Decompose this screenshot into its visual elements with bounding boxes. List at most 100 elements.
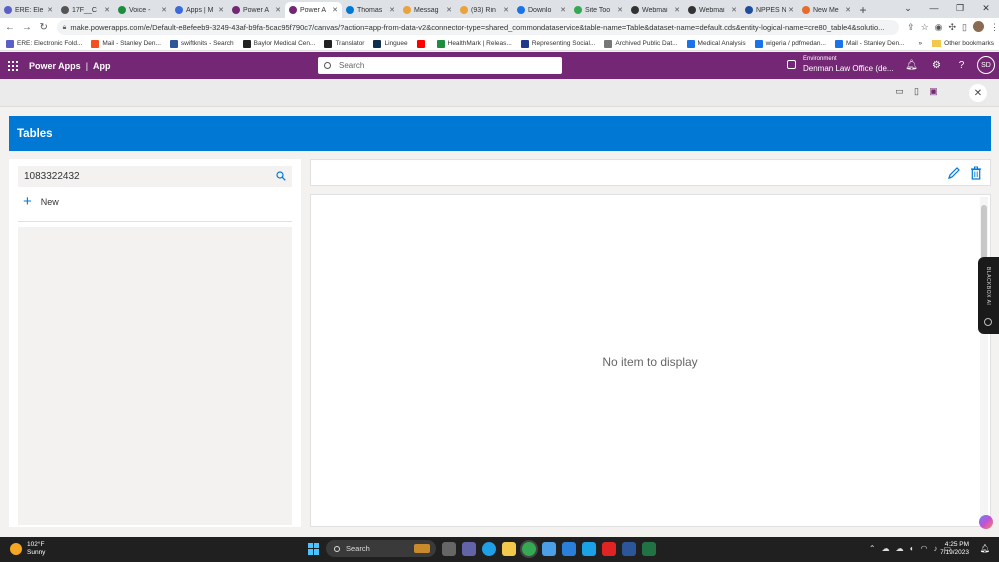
gallery-search-input[interactable]: 1083322432 bbox=[18, 166, 292, 187]
volume-icon[interactable]: ♪ bbox=[933, 544, 937, 553]
tab-close-icon[interactable]: ✕ bbox=[446, 6, 452, 14]
bookmark-item[interactable]: Mail - Stanley Den... bbox=[834, 39, 904, 48]
sidebar-icon[interactable]: ▯ bbox=[962, 22, 967, 33]
menu-icon[interactable]: ⋮ bbox=[990, 22, 999, 33]
tab-close-icon[interactable]: ✕ bbox=[674, 6, 680, 14]
product-name[interactable]: Power Apps bbox=[29, 61, 81, 71]
bookmark-item[interactable]: Archived Public Dat... bbox=[604, 39, 678, 48]
bookmark-item[interactable]: HealthMark | Releas... bbox=[436, 39, 512, 48]
browser-tab[interactable]: Power A ✕ bbox=[228, 2, 285, 18]
weather-widget[interactable]: 102°F Sunny bbox=[10, 541, 45, 557]
help-icon[interactable]: ? bbox=[949, 60, 974, 71]
onedrive-icon[interactable]: ☁ bbox=[882, 544, 890, 553]
mail-icon[interactable] bbox=[562, 541, 576, 556]
maximize-icon[interactable]: ❐ bbox=[947, 0, 973, 18]
tab-close-icon[interactable]: ✕ bbox=[731, 6, 737, 14]
start-icon[interactable] bbox=[308, 542, 320, 555]
extension-icon[interactable]: ◉ bbox=[935, 22, 943, 33]
forward-icon[interactable]: → bbox=[20, 22, 34, 33]
browser-tab[interactable]: Downlo ✕ bbox=[513, 2, 570, 18]
bookmark-item[interactable]: wigeria / pdfmedan... bbox=[754, 39, 826, 48]
blackbox-extension-tab[interactable]: BLACKBOX AI bbox=[978, 257, 999, 334]
browser-tab[interactable]: Apps | M ✕ bbox=[171, 2, 228, 18]
tab-close-icon[interactable]: ✕ bbox=[332, 6, 338, 14]
browser-tab[interactable]: Thomas ✕ bbox=[342, 2, 399, 18]
browser-tab[interactable]: New Me ✕ bbox=[798, 2, 855, 18]
bookmark-item[interactable]: Baylor Medical Cen... bbox=[242, 39, 315, 48]
store-icon[interactable] bbox=[542, 541, 556, 556]
browser-tab[interactable]: Messag ✕ bbox=[399, 2, 456, 18]
taskbar-search[interactable]: Search bbox=[326, 540, 436, 557]
tab-close-icon[interactable]: ✕ bbox=[788, 6, 794, 14]
tab-close-icon[interactable]: ✕ bbox=[161, 6, 167, 14]
tab-close-icon[interactable]: ✕ bbox=[218, 6, 224, 14]
settings-icon[interactable]: ⚙ bbox=[924, 60, 949, 71]
bookmark-item[interactable] bbox=[416, 39, 428, 48]
tab-close-icon[interactable]: ✕ bbox=[389, 6, 395, 14]
close-preview-button[interactable]: ✕ bbox=[969, 84, 987, 102]
bookmark-item[interactable]: Representing Social... bbox=[520, 39, 595, 48]
environment-picker[interactable]: Environment Denman Law Office (de... bbox=[787, 55, 894, 73]
cloud-icon[interactable]: ☁ bbox=[896, 544, 904, 553]
bing-icon[interactable] bbox=[582, 541, 596, 556]
chevron-up-icon[interactable]: ⌃ bbox=[869, 544, 876, 553]
puzzle-icon[interactable]: ✣ bbox=[949, 22, 957, 33]
edge-icon[interactable] bbox=[482, 541, 496, 556]
file-explorer-icon[interactable] bbox=[502, 541, 516, 556]
minimize-icon[interactable]: — bbox=[921, 0, 947, 18]
teams-icon[interactable] bbox=[462, 541, 476, 556]
acrobat-icon[interactable] bbox=[602, 541, 616, 556]
edit-icon[interactable] bbox=[947, 166, 961, 180]
security-icon[interactable]: ◐ bbox=[910, 544, 915, 553]
tab-close-icon[interactable]: ✕ bbox=[47, 6, 53, 14]
tab-close-icon[interactable]: ✕ bbox=[503, 6, 509, 14]
bookmark-item[interactable]: Medical Analysis bbox=[686, 39, 746, 48]
clock[interactable]: 4:25 PM 7/19/2023 bbox=[940, 541, 969, 557]
new-tab-button[interactable]: + bbox=[855, 2, 871, 18]
tab-close-icon[interactable]: ✕ bbox=[617, 6, 623, 14]
search-icon[interactable] bbox=[276, 171, 286, 181]
more-bookmarks-icon[interactable]: » bbox=[919, 40, 923, 47]
close-window-icon[interactable]: ✕ bbox=[973, 0, 999, 18]
tab-close-icon[interactable]: ✕ bbox=[560, 6, 566, 14]
new-record-button[interactable]: + New bbox=[23, 194, 59, 209]
bookmark-item[interactable]: Mail - Stanley Den... bbox=[91, 39, 161, 48]
trash-icon[interactable] bbox=[970, 166, 982, 180]
wifi-icon[interactable]: ◠ bbox=[920, 544, 927, 553]
phone-preview-icon[interactable]: ▯ bbox=[911, 86, 922, 97]
browser-tab[interactable]: Webmai ✕ bbox=[627, 2, 684, 18]
bookmark-item[interactable]: Translator bbox=[324, 39, 364, 48]
scrollbar-thumb[interactable] bbox=[981, 205, 987, 265]
notifications-icon[interactable]: 🔔︎ bbox=[899, 60, 924, 71]
share-icon[interactable]: ⇪ bbox=[907, 22, 915, 33]
browser-tab[interactable]: Voice - ✕ bbox=[114, 2, 171, 18]
other-bookmarks[interactable]: » Other bookmarks bbox=[919, 40, 994, 47]
profile-icon[interactable] bbox=[973, 21, 984, 34]
back-icon[interactable]: ← bbox=[3, 22, 17, 33]
header-search-input[interactable]: Search bbox=[318, 57, 562, 74]
word-icon[interactable] bbox=[622, 541, 636, 556]
reload-icon[interactable]: ↻ bbox=[37, 22, 51, 33]
star-icon[interactable]: ☆ bbox=[921, 22, 929, 33]
url-bar[interactable]: 🔒︎ make.powerapps.com/e/Default-e8efeeb9… bbox=[56, 20, 900, 35]
tab-search-icon[interactable]: ⌄ bbox=[895, 0, 921, 18]
bookmark-item[interactable]: swiftknits - Search bbox=[169, 39, 234, 48]
bookmark-item[interactable]: Linguee bbox=[373, 39, 408, 48]
excel-icon[interactable] bbox=[642, 541, 656, 556]
browser-tab[interactable]: Webmai ✕ bbox=[684, 2, 741, 18]
browser-tab[interactable]: ERE: Ele ✕ bbox=[0, 2, 57, 18]
web-preview-icon[interactable]: ▣ bbox=[928, 86, 939, 97]
user-avatar[interactable]: SD bbox=[977, 56, 995, 74]
chrome-icon[interactable] bbox=[522, 541, 536, 556]
browser-tab[interactable]: (93) Rin ✕ bbox=[456, 2, 513, 18]
browser-tab[interactable]: NPPES N ✕ bbox=[741, 2, 798, 18]
browser-tab[interactable]: Power A ✕ bbox=[285, 2, 342, 18]
task-view-icon[interactable] bbox=[442, 541, 456, 556]
tab-close-icon[interactable]: ✕ bbox=[275, 6, 281, 14]
notification-center-icon[interactable]: 🔔︎ bbox=[980, 544, 990, 553]
tablet-preview-icon[interactable]: ▭ bbox=[894, 86, 905, 97]
records-gallery[interactable] bbox=[18, 227, 292, 525]
bookmark-item[interactable]: ERE: Electronic Fold... bbox=[6, 39, 82, 48]
tab-close-icon[interactable]: ✕ bbox=[104, 6, 110, 14]
copilot-icon[interactable] bbox=[979, 515, 993, 529]
